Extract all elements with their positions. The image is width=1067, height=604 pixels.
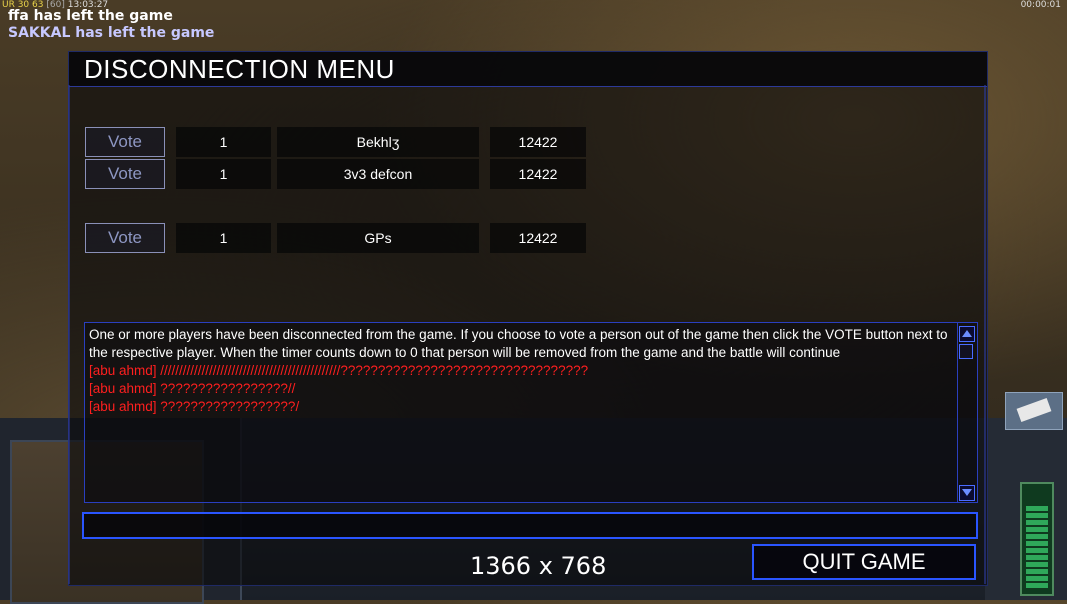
log-chat-line: [abu ahmd] /////////////////////////////… — [89, 363, 589, 378]
chat-input[interactable] — [82, 512, 978, 539]
player-name: 3v3 defcon — [277, 159, 479, 189]
vote-button[interactable]: Vote — [85, 223, 165, 253]
player-name: GPs — [277, 223, 479, 253]
player-timer: 12422 — [490, 159, 586, 189]
quit-game-button[interactable]: QUIT GAME — [752, 544, 976, 580]
game-timer: 00:00:01 — [1020, 0, 1061, 10]
scroll-up-arrow-icon[interactable] — [959, 326, 975, 342]
player-slot: 1 — [176, 127, 271, 157]
dialog-border-left — [68, 85, 70, 584]
dialog-title: DISCONNECTION MENU — [84, 54, 395, 84]
vote-button[interactable]: Vote — [85, 159, 165, 189]
power-meter — [1020, 482, 1054, 596]
log-info-message: One or more players have been disconnect… — [89, 327, 948, 360]
scrollbar-thumb[interactable] — [959, 344, 973, 359]
resolution-label: 1366 x 768 — [470, 552, 607, 580]
player-slot: 1 — [176, 223, 271, 253]
message-log[interactable]: One or more players have been disconnect… — [84, 322, 978, 503]
chat-message: ffa has left the game — [8, 8, 173, 24]
player-timer: 12422 — [490, 223, 586, 253]
chat-message: SAKKAL has left the game — [8, 25, 215, 41]
scrollbar-track — [957, 323, 958, 502]
vote-button[interactable]: Vote — [85, 127, 165, 157]
player-slot: 1 — [176, 159, 271, 189]
log-chat-line: [abu ahmd] ?????????????????// — [89, 381, 296, 396]
log-chat-line: [abu ahmd] ??????????????????/ — [89, 399, 300, 414]
unit-portrait[interactable] — [1005, 392, 1063, 430]
scroll-down-arrow-icon[interactable] — [959, 485, 975, 501]
player-name: Bekhlʒ — [277, 127, 479, 157]
dialog-header: DISCONNECTION MENU — [69, 52, 987, 87]
player-timer: 12422 — [490, 127, 586, 157]
log-text: One or more players have been disconnect… — [89, 326, 951, 416]
dialog-border-right — [984, 85, 986, 584]
